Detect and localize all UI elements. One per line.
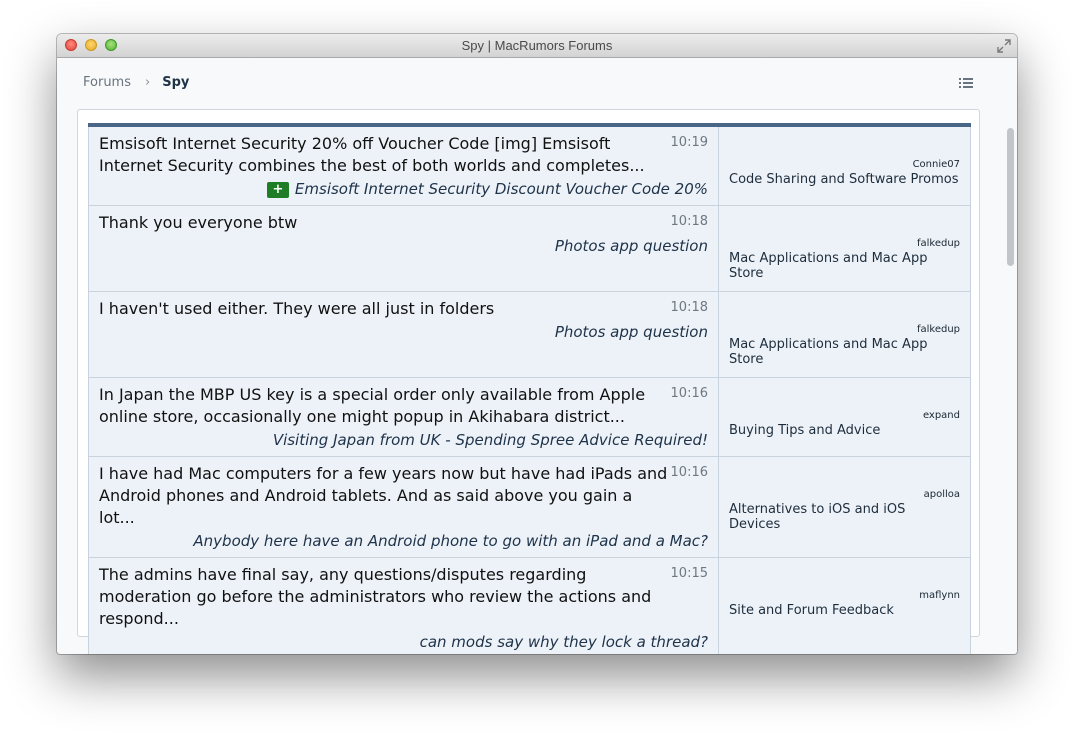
thread-title-link[interactable]: Photos app question (99, 322, 708, 342)
thread-title-link[interactable]: Visiting Japan from UK - Spending Spree … (99, 430, 708, 450)
post-main: I have had Mac computers for a few years… (89, 457, 719, 557)
title-bar: Spy | MacRumors Forums (57, 34, 1017, 58)
thread-title-link[interactable]: can mods say why they lock a thread? (99, 632, 708, 652)
browser-window: Spy | MacRumors Forums Forums › Spy Emsiso… (57, 34, 1017, 654)
page-content: Forums › Spy Emsisoft Internet Security 20… (57, 58, 1017, 654)
post-snippet[interactable]: Emsisoft Internet Security 20% off Vouch… (99, 133, 671, 177)
new-thread-plus-icon: + (266, 182, 289, 198)
post-author[interactable]: Connie07 (729, 159, 960, 170)
post-row: In Japan the MBP US key is a special ord… (88, 378, 971, 457)
vertical-scrollbar[interactable] (1001, 128, 1017, 654)
post-main: The admins have final say, any questions… (89, 558, 719, 654)
post-meta: apolloa Alternatives to iOS and iOS Devi… (719, 457, 970, 557)
post-row: I haven't used either. They were all jus… (88, 292, 971, 378)
post-time: 10:19 (670, 135, 708, 150)
forum-link[interactable]: Alternatives to iOS and iOS Devices (729, 502, 960, 532)
window-title: Spy | MacRumors Forums (461, 38, 613, 53)
post-meta: Connie07 Code Sharing and Software Promo… (719, 127, 970, 205)
spy-panel: Emsisoft Internet Security 20% off Vouch… (77, 109, 980, 654)
post-time: 10:16 (670, 465, 708, 480)
post-time: 10:18 (670, 300, 708, 315)
post-author[interactable]: apolloa (729, 489, 960, 500)
post-snippet[interactable]: The admins have final say, any questions… (99, 564, 671, 630)
scrollbar-thumb[interactable] (1007, 128, 1014, 266)
post-meta: falkedup Mac Applications and Mac App St… (719, 206, 970, 291)
breadcrumb-forums-link[interactable]: Forums (83, 75, 131, 90)
fullscreen-icon[interactable] (997, 39, 1011, 53)
thread-title-row: + Emsisoft Internet Security Discount Vou… (99, 179, 708, 199)
post-row: Emsisoft Internet Security 20% off Vouch… (88, 127, 971, 206)
list-menu-icon[interactable] (959, 77, 973, 89)
post-time: 10:15 (670, 566, 708, 581)
breadcrumb-separator: › (145, 75, 151, 90)
post-row: Thank you everyone btw 10:18 Photos app … (88, 206, 971, 292)
post-row: I have had Mac computers for a few years… (88, 457, 971, 558)
post-time: 10:16 (670, 386, 708, 401)
forum-link[interactable]: Site and Forum Feedback (729, 603, 960, 618)
thread-title-link[interactable]: Photos app question (99, 236, 708, 256)
post-time: 10:18 (670, 214, 708, 229)
post-meta: maflynn Site and Forum Feedback (719, 558, 970, 654)
post-main: I haven't used either. They were all jus… (89, 292, 719, 377)
post-main: In Japan the MBP US key is a special ord… (89, 378, 719, 456)
thread-title-link[interactable]: Anybody here have an Android phone to go… (99, 531, 708, 551)
post-snippet[interactable]: I have had Mac computers for a few years… (99, 463, 671, 529)
spy-list: Emsisoft Internet Security 20% off Vouch… (88, 123, 971, 654)
post-main: Thank you everyone btw 10:18 Photos app … (89, 206, 719, 291)
post-snippet[interactable]: I haven't used either. They were all jus… (99, 298, 671, 320)
thread-title-link[interactable]: Emsisoft Internet Security Discount Vouc… (295, 180, 708, 198)
forum-link[interactable]: Code Sharing and Software Promos (729, 172, 960, 187)
forum-link[interactable]: Buying Tips and Advice (729, 423, 960, 438)
post-author[interactable]: falkedup (729, 324, 960, 335)
post-author[interactable]: maflynn (729, 590, 960, 601)
post-row: The admins have final say, any questions… (88, 558, 971, 654)
forum-link[interactable]: Mac Applications and Mac App Store (729, 337, 960, 367)
post-meta: expand Buying Tips and Advice (719, 378, 970, 456)
forum-link[interactable]: Mac Applications and Mac App Store (729, 251, 960, 281)
post-author[interactable]: falkedup (729, 238, 960, 249)
post-snippet[interactable]: In Japan the MBP US key is a special ord… (99, 384, 671, 428)
post-main: Emsisoft Internet Security 20% off Vouch… (89, 127, 719, 205)
breadcrumb: Forums › Spy (83, 75, 189, 90)
post-snippet[interactable]: Thank you everyone btw (99, 212, 671, 234)
post-author[interactable]: expand (729, 410, 960, 421)
post-meta: falkedup Mac Applications and Mac App St… (719, 292, 970, 377)
breadcrumb-current: Spy (162, 75, 190, 90)
